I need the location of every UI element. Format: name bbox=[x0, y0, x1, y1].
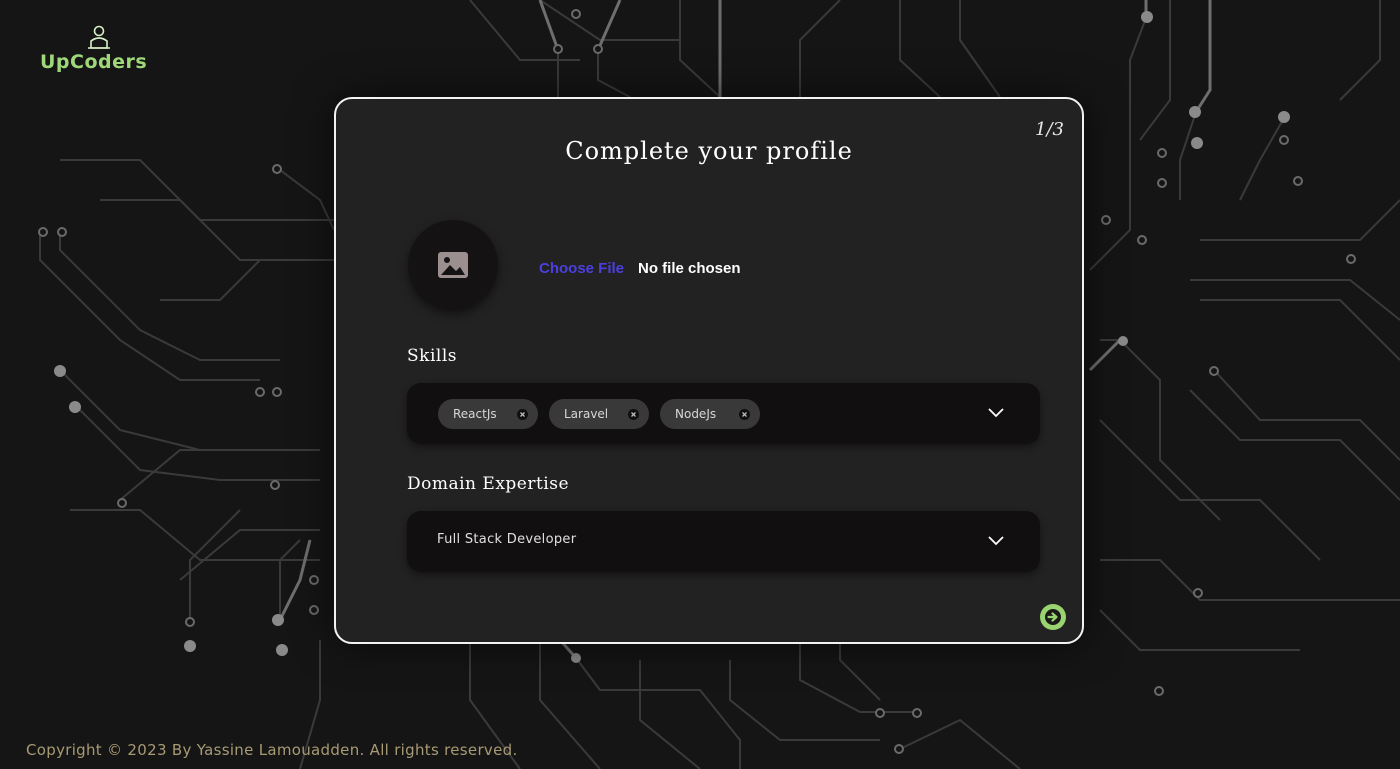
file-input[interactable]: Choose File No file chosen bbox=[539, 257, 741, 279]
remove-skill-icon[interactable] bbox=[517, 409, 528, 420]
coder-person-icon bbox=[88, 25, 110, 49]
copyright-text: Copyright © 2023 By Yassine Lamouadden. … bbox=[26, 741, 518, 759]
card-title: Complete your profile bbox=[565, 137, 853, 165]
skill-chip-label: NodeJs bbox=[675, 407, 717, 421]
file-status-text: No file chosen bbox=[638, 259, 741, 277]
skill-chip-label: Laravel bbox=[564, 407, 609, 421]
skill-chip: Laravel bbox=[549, 399, 649, 429]
skill-chip-label: ReactJs bbox=[453, 407, 497, 421]
chevron-down-icon[interactable] bbox=[987, 534, 1005, 546]
domain-select[interactable]: Full Stack Developer bbox=[407, 511, 1040, 572]
brand-logo[interactable]: UpCoders bbox=[38, 24, 162, 74]
choose-file-button[interactable]: Choose File bbox=[539, 260, 624, 277]
profile-card: 1/3 Complete your profile Choose File No… bbox=[334, 97, 1084, 644]
next-step-button[interactable] bbox=[1040, 604, 1066, 630]
skills-label: Skills bbox=[407, 346, 457, 366]
skill-chip: NodeJs bbox=[660, 399, 760, 429]
chevron-down-icon[interactable] bbox=[987, 406, 1005, 418]
arrow-right-circle-icon bbox=[1045, 609, 1061, 625]
image-icon bbox=[438, 252, 468, 278]
domain-selected-value: Full Stack Developer bbox=[437, 532, 577, 547]
skills-multiselect[interactable]: ReactJs Laravel NodeJs bbox=[407, 383, 1040, 444]
skill-chip: ReactJs bbox=[438, 399, 538, 429]
selected-skills: ReactJs Laravel NodeJs bbox=[438, 399, 760, 429]
remove-skill-icon[interactable] bbox=[739, 409, 750, 420]
avatar-placeholder[interactable] bbox=[408, 220, 498, 310]
domain-label: Domain Expertise bbox=[407, 474, 570, 494]
remove-skill-icon[interactable] bbox=[628, 409, 639, 420]
brand-name: UpCoders bbox=[40, 51, 148, 73]
